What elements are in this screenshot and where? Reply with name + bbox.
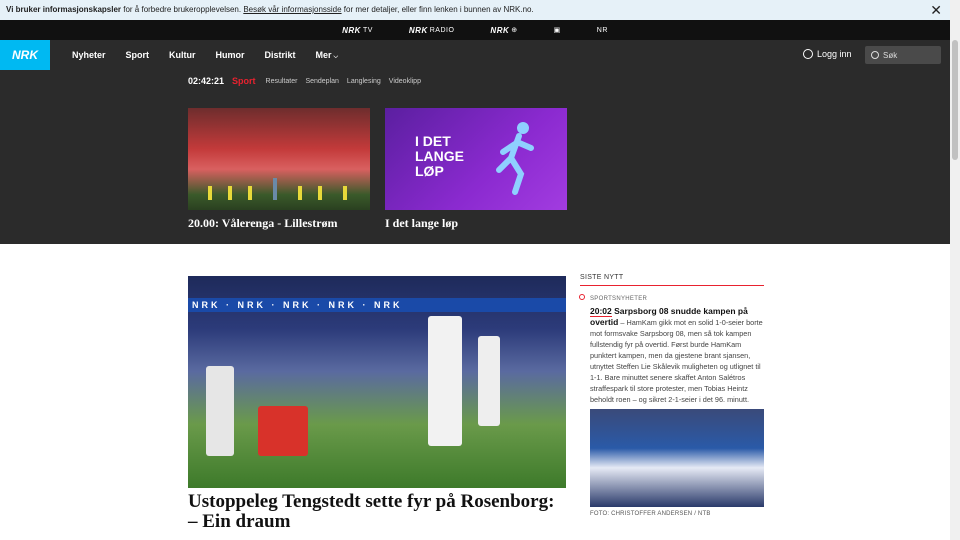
timeline-dot-icon <box>579 294 585 300</box>
hero-card-lange-lop[interactable]: I DET LANGE LØP I det lange løp <box>385 108 567 231</box>
sport-hero: 02:42:21 Sport Resultater Sendeplan Lang… <box>0 70 950 244</box>
subnav-sendeplan[interactable]: Sendeplan <box>305 78 338 85</box>
ad-boards: NRK · NRK · NRK · NRK · NRK <box>188 298 566 312</box>
cookie-text: for å forbedre brukeropplevelsen. <box>121 5 244 14</box>
cookie-banner: Vi bruker informasjonskapsler for å forb… <box>0 0 950 20</box>
scrollbar[interactable] <box>950 0 960 540</box>
login-button[interactable]: Logg inn <box>803 49 852 59</box>
cookie-bold-text: Vi bruker informasjonskapsler <box>6 5 122 14</box>
nav-mer[interactable]: Mer ⌵ <box>316 50 339 61</box>
nav-kultur[interactable]: Kultur <box>169 50 196 60</box>
main-article-title[interactable]: Ustoppeleg Tengstedt sette fyr på Rosenb… <box>188 492 568 532</box>
chevron-down-icon: ⌵ <box>333 53 339 60</box>
latest-news-heading: SISTE NYTT <box>580 274 764 286</box>
hero-card-caption: I det lange løp <box>385 216 459 230</box>
match-image <box>188 108 370 210</box>
scrollbar-thumb[interactable] <box>952 40 958 160</box>
nrk-logo[interactable]: NRK <box>0 40 50 70</box>
news-image[interactable] <box>590 409 764 507</box>
nav-sport[interactable]: Sport <box>126 50 150 60</box>
subnav-resultater[interactable]: Resultater <box>266 78 298 85</box>
clock: 02:42:21 <box>188 76 225 86</box>
brand-nrk-radio[interactable]: NRK RADIO <box>409 26 455 35</box>
cookie-text-2: for mer detaljer, eller finn lenken i bu… <box>341 5 534 14</box>
search-input[interactable]: Søk <box>865 46 941 64</box>
brand-nrk-tv[interactable]: NRK TV <box>342 26 373 35</box>
subnav-videoklipp[interactable]: Videoklipp <box>389 78 421 85</box>
image-text-line: I DET <box>415 133 451 149</box>
search-icon <box>871 51 879 59</box>
nav-nyheter[interactable]: Nyheter <box>72 50 106 60</box>
brand-nrk-super[interactable]: NRK ⊕ <box>490 26 517 35</box>
hero-card-valerenga[interactable]: 20.00: Vålerenga - Lillestrøm <box>188 108 370 231</box>
nav-distrikt[interactable]: Distrikt <box>265 50 296 60</box>
runner-image: I DET LANGE LØP <box>385 108 567 210</box>
runner-icon <box>496 122 534 195</box>
section-title[interactable]: Sport <box>232 76 256 86</box>
hero-card-caption: 20.00: Vålerenga - Lillestrøm <box>188 216 338 230</box>
news-item[interactable]: 20:02 Sarpsborg 08 snudde kampen på over… <box>590 306 764 405</box>
news-time: 20:02 <box>590 306 612 317</box>
latest-news: SISTE NYTT SPORTSNYHETER 20:02 Sarpsborg… <box>579 274 764 517</box>
nrk-brand-bar: NRK TV NRK RADIO NRK ⊕ ▣ NR <box>0 20 950 40</box>
news-body: – HamKam gikk mot en solid 1-0-seier bor… <box>590 318 763 404</box>
main-article-image[interactable]: NRK · NRK · NRK · NRK · NRK <box>188 276 566 488</box>
image-text-line: LANGE <box>415 148 464 164</box>
image-text-line: LØP <box>415 163 444 179</box>
close-icon[interactable]: ✕ <box>930 2 942 19</box>
brand-yr-icon[interactable]: ▣ <box>554 26 561 34</box>
nav-humor[interactable]: Humor <box>216 50 245 60</box>
main-nav: NRK Nyheter Sport Kultur Humor Distrikt … <box>0 40 950 70</box>
brand-p3-icon[interactable]: NR <box>597 27 608 34</box>
sport-subnav: 02:42:21 Sport Resultater Sendeplan Lang… <box>188 76 421 86</box>
news-category: SPORTSNYHETER <box>579 294 764 302</box>
cookie-info-link[interactable]: Besøk vår informasjonsside <box>243 5 341 14</box>
user-icon <box>803 49 813 59</box>
photo-credit: FOTO: CHRISTOFFER ANDERSEN / NTB <box>590 511 711 517</box>
subnav-langlesing[interactable]: Langlesing <box>347 78 381 85</box>
